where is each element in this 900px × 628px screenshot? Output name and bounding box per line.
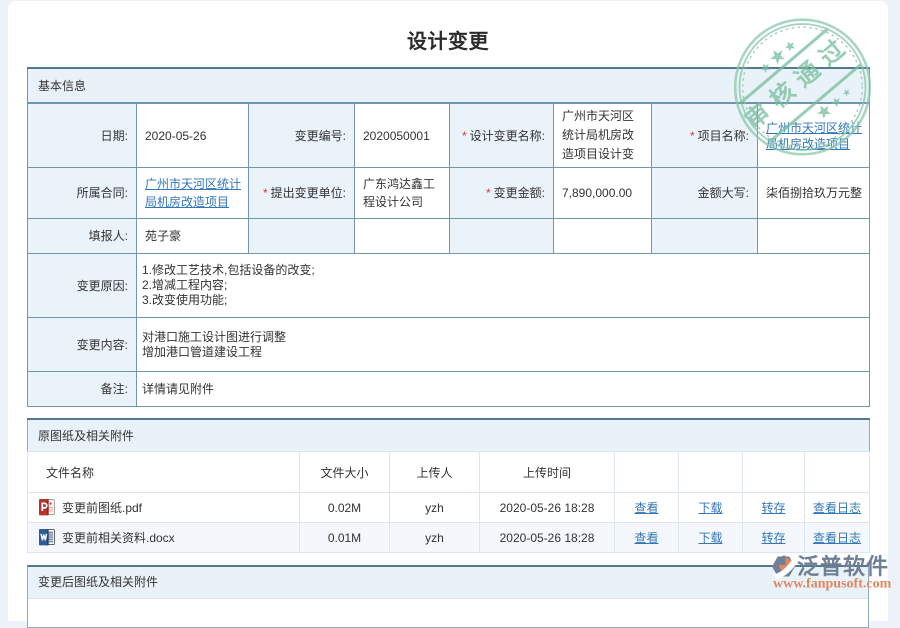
svg-text:www.fanpusoft.com: www.fanpusoft.com bbox=[773, 577, 892, 592]
svg-text:泛普软件: 泛普软件 bbox=[797, 554, 889, 579]
